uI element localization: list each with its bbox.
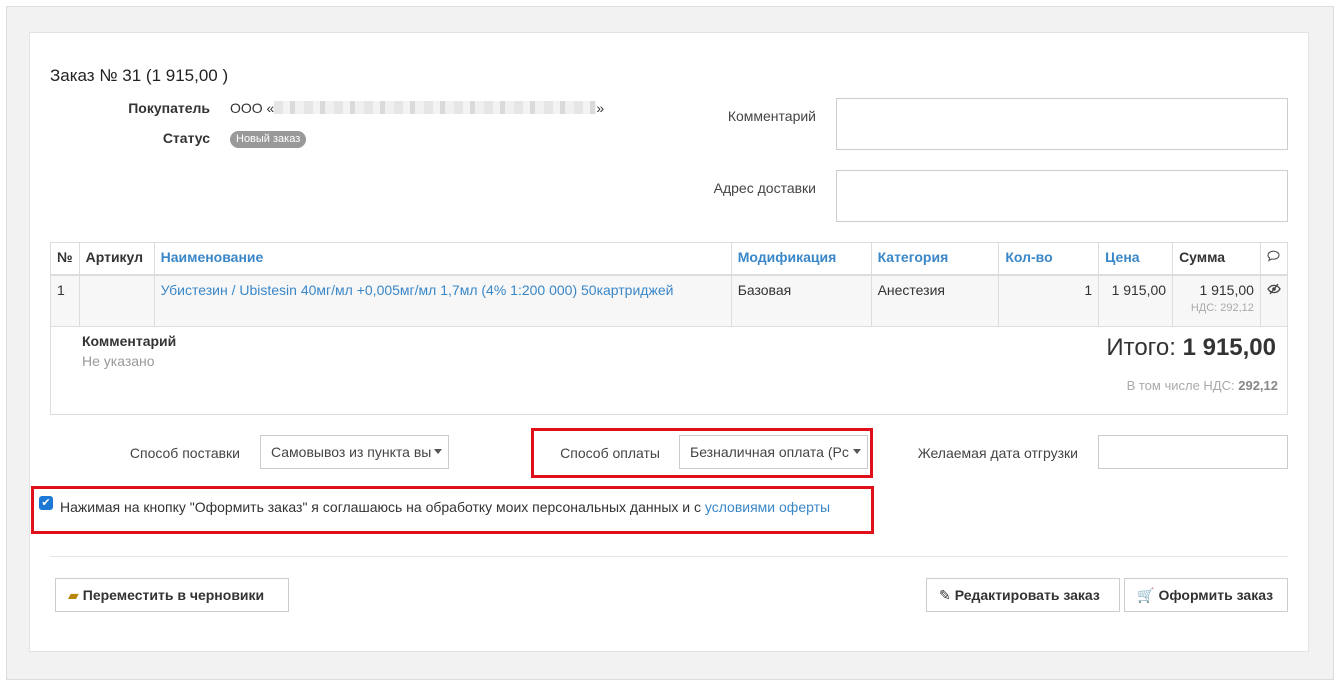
buyer-suffix: » [596,100,605,116]
order-items-table: № Артикул Наименование Модификация Катег… [50,242,1289,327]
cart-icon: 🛒 [1137,587,1155,603]
caret-down-icon [853,449,861,454]
edit-order-button[interactable]: ✎ Редактировать заказ [926,578,1120,612]
col-qty-sort[interactable]: Кол-во [998,242,1100,276]
shipping-date-label: Желаемая дата отгрузки [917,445,1078,461]
col-article: Артикул [78,242,155,276]
edit-order-label: Редактировать заказ [954,587,1100,603]
row-qty: 1 [998,274,1100,327]
delivery-method-label: Способ поставки [129,445,240,461]
edit-icon: ✎ [939,587,951,603]
summary-comment-value: Не указано [82,353,155,369]
buyer-label: Покупатель [128,100,210,116]
agreement-checkbox[interactable]: ✔ [39,496,53,510]
total-vat-value: 292,12 [1238,378,1278,393]
total-vat-label: В том числе НДС: [1126,378,1235,393]
col-comment [1259,242,1289,276]
buyer-prefix: ООО « [230,100,275,116]
row-article [78,274,155,327]
delivery-method-value: Самовывоз из пункта вы [271,444,432,460]
payment-method-value: Безналичная оплата (Рс [690,444,849,460]
caret-down-icon [434,449,442,454]
row-sum-value: 1 915,00 [1199,281,1254,298]
col-sum: Сумма [1172,242,1261,276]
table-row: 1 Убистезин / Ubistesin 40мг/мл +0,005мг… [50,274,1289,327]
row-num: 1 [50,274,80,327]
address-textarea[interactable] [836,170,1288,222]
book-icon: ▰ [68,587,79,603]
delivery-method-select[interactable]: Самовывоз из пункта вы [260,435,449,469]
shipping-date-input[interactable] [1098,435,1288,469]
status-badge: Новый заказ [230,131,307,148]
col-name-sort[interactable]: Наименование [153,242,732,276]
col-price-sort[interactable]: Цена [1098,242,1174,276]
place-order-label: Оформить заказ [1158,587,1274,603]
row-sum: 1 915,00 НДС: 292,12 [1172,274,1261,327]
col-modification-sort[interactable]: Модификация [730,242,872,276]
agreement-statement: Нажимая на кнопку "Оформить заказ" я сог… [60,499,705,515]
divider [50,556,1288,557]
col-category-sort[interactable]: Категория [870,242,1000,276]
order-total: Итого: 1 915,00 [1060,334,1276,362]
move-to-drafts-button[interactable]: ▰ Переместить в черновики [55,578,289,612]
row-vat: НДС: 292,12 [1190,301,1254,314]
summary-comment-label: Комментарий [82,333,177,349]
move-to-drafts-label: Переместить в черновики [82,587,265,603]
offer-terms-link[interactable]: условиями оферты [705,499,830,515]
product-name-link[interactable]: Убистезин / Ubistesin 40мг/мл +0,005мг/м… [153,274,732,327]
row-modification: Базовая [730,274,872,327]
agreement-text: Нажимая на кнопку "Оформить заказ" я сог… [60,499,830,515]
payment-method-select[interactable]: Безналичная оплата (Рс [679,435,868,469]
row-price: 1 915,00 [1098,274,1174,327]
buyer-value: ООО « » [230,100,604,116]
speech-bubble-icon [1267,250,1280,262]
checkmark-icon: ✔ [41,497,51,509]
place-order-button[interactable]: 🛒 Оформить заказ [1124,578,1288,612]
status-label: Статус [162,130,210,146]
order-title: Заказ № 31 (1 915,00 ) [50,66,229,85]
eye-slash-icon[interactable] [1267,283,1281,295]
payment-method-label: Способ оплаты [560,445,660,461]
comment-textarea[interactable] [836,98,1288,150]
row-comment-cell [1259,274,1289,327]
total-label: Итого: [1106,334,1176,361]
blurred-buyer-name [274,101,597,114]
col-num: № [50,242,80,276]
row-category: Анестезия [870,274,1000,327]
address-label: Адрес доставки [713,180,816,196]
comment-label: Комментарий [727,108,816,124]
table-header-row: № Артикул Наименование Модификация Катег… [50,242,1289,276]
total-vat: В том числе НДС: 292,12 [1060,378,1278,393]
total-value: 1 915,00 [1182,334,1276,361]
